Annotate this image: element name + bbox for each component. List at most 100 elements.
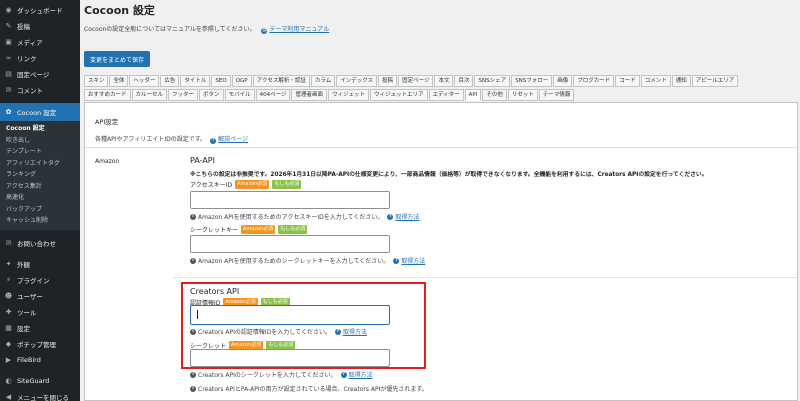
settings-tab[interactable]: コード [615, 75, 640, 87]
siteguard-icon: ◐ [5, 376, 12, 385]
settings-tab[interactable]: カラム [310, 75, 336, 87]
secret-key-label: シークレットキー [190, 227, 239, 234]
settings-tab[interactable]: スキン [84, 75, 109, 87]
sidebar-item-users[interactable]: ☻ ユーザー [0, 288, 80, 304]
info-icon: i [190, 371, 196, 378]
sidebar-item-cocoon-settings[interactable]: ✿ Cocoon 設定 [0, 103, 80, 121]
settings-tab[interactable]: 固定ページ [398, 75, 434, 87]
settings-tab[interactable]: 広告 [160, 75, 180, 87]
settings-tab[interactable]: インデックス [336, 75, 378, 87]
manual-link[interactable]: テーマ利用マニュアル [269, 26, 329, 33]
sidebar-item-mail[interactable]: ✉ お問い合わせ [0, 235, 80, 251]
sidebar-item-dashboard[interactable]: ◉ ダッシュボード [0, 2, 80, 18]
settings-tab[interactable]: フッター [168, 89, 199, 101]
description-text: 各種APIやアフィリエイトIDの設定です。 [95, 136, 207, 143]
access-key-hint-text: Amazon APIを使用するためのアクセスキーIDを入力してください。 [198, 214, 384, 221]
sidebar-item-comment[interactable]: ✉ コメント [0, 82, 80, 98]
secret-hint-text: Creators APIのシークレットを入力してください。 [198, 372, 337, 379]
sidebar-item-label: ポチップ管理 [17, 340, 56, 349]
settings-tab[interactable]: エディター [428, 89, 464, 101]
access-key-label-row: アクセスキーID Amazon必須 もしも必須 [190, 180, 302, 189]
settings-tab[interactable]: 404ページ [255, 89, 291, 101]
settings-tab[interactable]: おすすめカード [84, 89, 131, 101]
priority-note: i Creators APIとPA-APIの両方が設定されている場合、Creato… [190, 384, 428, 393]
dashboard-icon: ◉ [5, 6, 12, 14]
page-title: Cocoon 設定 [84, 4, 155, 17]
settings-tab[interactable]: アクセス解析・認証 [252, 75, 310, 87]
settings-tab[interactable]: カルーセル [131, 89, 168, 101]
settings-tab[interactable]: ウィジェットエリア [370, 89, 428, 101]
settings-tab[interactable]: コメント [640, 75, 671, 87]
settings-tab[interactable]: その他 [482, 89, 507, 101]
settings-tab[interactable]: ブログカード [573, 75, 615, 87]
settings-tab[interactable]: 目次 [454, 75, 474, 87]
priority-note-text: Creators APIとPA-APIの両方が設定されている場合、Creator… [198, 386, 428, 393]
sidebar-item-label: 設定 [17, 324, 30, 333]
admin-sidebar: ◉ ダッシュボード ✎ 投稿 ▣ メディア ∞ リンク ▤ 固定ページ ✉ コメント ✿ Cocoon… [0, 0, 80, 401]
divider [173, 277, 797, 278]
sidebar-item-media[interactable]: ▣ メディア [0, 34, 80, 50]
sidebar-item-label: メニューを閉じる [17, 393, 69, 401]
info-icon: i [190, 213, 196, 220]
access-key-hint: i Amazon APIを使用するためのアクセスキーIDを入力してください。? 取得… [190, 212, 419, 221]
sidebar-item-link[interactable]: ∞ リンク [0, 50, 80, 66]
sidebar-item-label: 外観 [17, 260, 30, 269]
settings-tab[interactable]: ヘッダー [129, 75, 160, 87]
cocoon-icon: ✿ [5, 108, 12, 116]
settings-tab[interactable]: SNSフォロー [511, 75, 553, 87]
submenu-item[interactable]: アフィリエイトタグ [0, 158, 80, 170]
sidebar-item-tools[interactable]: ✚ ツール [0, 304, 80, 320]
submenu-item[interactable]: テンプレート [0, 146, 80, 158]
sidebar-item-siteguard[interactable]: ◐ SiteGuard [0, 373, 80, 389]
submenu-item[interactable]: キャッシュ削除 [0, 215, 80, 227]
sidebar-item-label: プラグイン [17, 276, 50, 285]
sidebar-item-plugin[interactable]: ⚡ プラグイン [0, 272, 80, 288]
access-key-input[interactable] [190, 191, 390, 209]
sidebar-item-label: Cocoon 設定 [17, 109, 57, 117]
sidebar-item-collapse[interactable]: ◀ メニューを閉じる [0, 389, 80, 401]
settings-tab[interactable]: モバイル [224, 89, 255, 101]
settings-tab[interactable]: 通知 [671, 75, 691, 87]
settings-tab[interactable]: タイトル [180, 75, 211, 87]
settings-tab[interactable]: 画像 [553, 75, 573, 87]
settings-tab[interactable]: リセット [507, 89, 538, 101]
secret-howto-link[interactable]: 取得方法 [349, 370, 373, 379]
pin-icon: ✎ [5, 22, 12, 30]
help-page-link[interactable]: 解説ページ [218, 136, 248, 143]
settings-tab[interactable]: 全体 [109, 75, 129, 87]
submenu-item[interactable]: Cocoon 設定 [0, 123, 80, 135]
moshimo-required-badge: もしも必須 [278, 225, 308, 234]
submenu-item[interactable]: 吹き出し [0, 135, 80, 147]
settings-tab[interactable]: SNSシェア [474, 75, 511, 87]
sidebar-item-page[interactable]: ▤ 固定ページ [0, 66, 80, 82]
sidebar-item-poppop[interactable]: ◆ ポチップ管理 [0, 336, 80, 352]
settings-tab[interactable]: アピールエリア [691, 75, 739, 87]
settings-tab[interactable]: API [464, 89, 482, 101]
submenu-item[interactable]: アクセス集計 [0, 181, 80, 193]
sidebar-item-appearance[interactable]: ✦ 外観 [0, 256, 80, 272]
secret-key-howto-link[interactable]: 取得方法 [401, 256, 425, 265]
settings-tab[interactable]: OGP [231, 75, 252, 87]
sidebar-item-label: ツール [17, 308, 37, 317]
access-key-howto-link[interactable]: 取得方法 [395, 212, 419, 221]
submenu-item[interactable]: バックアップ [0, 204, 80, 216]
sidebar-item-filebird[interactable]: ▶ FileBird [0, 352, 80, 368]
sidebar-item-label: ダッシュボード [17, 7, 63, 15]
help-icon: ? [340, 371, 347, 378]
save-all-button[interactable]: 変更をまとめて保存 [84, 51, 150, 67]
sidebar-item-settings[interactable]: ▦ 設定 [0, 320, 80, 336]
sidebar-item-pin[interactable]: ✎ 投稿 [0, 18, 80, 34]
settings-tab[interactable]: 投稿 [378, 75, 398, 87]
settings-tab[interactable]: ウィジェット [327, 89, 369, 101]
comment-icon: ✉ [5, 86, 12, 94]
settings-tab[interactable]: SEO [211, 75, 231, 87]
collapse-icon: ◀ [5, 392, 12, 401]
submenu-item[interactable]: ランキング [0, 169, 80, 181]
submenu-item[interactable]: 高速化 [0, 192, 80, 204]
pa-api-title: PA-API [190, 156, 215, 165]
settings-tab[interactable]: ボタン [199, 89, 224, 101]
settings-tab[interactable]: 本文 [434, 75, 454, 87]
settings-tab[interactable]: 管理者画面 [291, 89, 327, 101]
secret-key-input[interactable] [190, 235, 390, 253]
settings-tab[interactable]: テーマ情報 [538, 89, 575, 101]
